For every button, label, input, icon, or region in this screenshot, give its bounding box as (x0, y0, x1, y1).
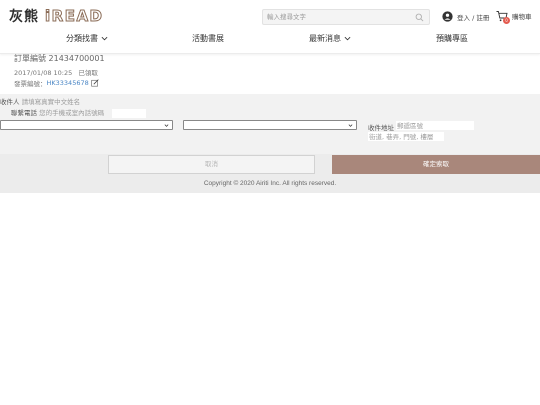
site-logo[interactable]: 灰熊 iREAD (9, 7, 104, 26)
search-box (262, 9, 430, 25)
address-label: 收件地址 (368, 124, 394, 132)
chevron-down-icon (348, 124, 353, 127)
chevron-down-icon (164, 124, 169, 127)
recipient-name-input[interactable] (21, 98, 112, 106)
nav-item-label: 預購專區 (436, 34, 468, 43)
nav-item-categories[interactable]: 分類找書 (66, 33, 108, 44)
copyright-text: Copyright © 2020 Airiti Inc. All rights … (203, 180, 337, 187)
nav-item-label: 最新消息 (309, 34, 341, 43)
order-meta: 2017/01/08 10:25 已領取 (14, 67, 98, 77)
nav-item-events[interactable]: 活動書展 (192, 33, 224, 44)
recipient-label: 收件人 (0, 98, 20, 106)
nav-item-label: 活動書展 (192, 34, 224, 43)
user-icon (442, 11, 453, 22)
recipient-row: 收件人 (0, 96, 112, 106)
cart-count-badge: 0 (503, 17, 510, 24)
phone-row: 聯繫電話 (11, 107, 147, 118)
invoice-number-link[interactable]: HK33345678 (47, 79, 89, 87)
order-number: 訂單編號 21434700001 (14, 54, 105, 63)
chevron-down-icon (344, 36, 351, 41)
search-input[interactable] (263, 10, 413, 24)
main-nav: 分類找書 活動書展 最新消息 預購專區 (0, 33, 540, 47)
confirm-request-button[interactable]: 確定索取 (332, 155, 540, 174)
phone-label: 聯繫電話 (11, 109, 37, 117)
order-summary: 訂單編號 21434700001 2017/01/08 10:25 已領取 發票… (14, 54, 105, 88)
cart-label: 購物車 (512, 13, 532, 21)
site-header: 灰熊 iREAD 登入 / 註冊 0 購物車 分類找書 (0, 0, 540, 54)
login-register-label: 登入 / 註冊 (457, 13, 490, 22)
recipient-form: 收件人 聯繫電話 收件地址 (0, 94, 540, 154)
nav-item-label: 分類找書 (66, 34, 98, 43)
district-select[interactable] (183, 120, 357, 130)
search-icon[interactable] (415, 13, 424, 22)
order-datetime: 2017/01/08 10:25 (14, 69, 73, 77)
form-actions: 取消 確定索取 (0, 154, 540, 175)
phone-extra-field[interactable] (112, 108, 147, 118)
nav-item-preorder[interactable]: 預購專區 (436, 33, 468, 44)
order-status: 已領取 (78, 69, 98, 77)
cart-icon: 0 (496, 10, 510, 24)
zip-code-input[interactable] (396, 121, 474, 130)
phone-input[interactable] (39, 109, 110, 117)
logo-english-text: iREAD (45, 7, 104, 26)
login-register-link[interactable]: 登入 / 註冊 (442, 11, 489, 22)
invoice-label: 發票編號： (14, 80, 47, 88)
invoice-row: 發票編號： HK33345678 (14, 78, 99, 88)
city-select[interactable] (0, 120, 173, 130)
chevron-down-icon (101, 36, 108, 41)
cancel-button[interactable]: 取消 (108, 155, 315, 174)
edit-icon[interactable] (91, 79, 99, 87)
nav-item-news[interactable]: 最新消息 (309, 33, 351, 44)
site-footer: Copyright © 2020 Airiti Inc. All rights … (0, 175, 540, 193)
street-address-input[interactable] (368, 132, 444, 141)
cart-link[interactable]: 0 購物車 (496, 10, 532, 24)
logo-chinese-text: 灰熊 (9, 9, 39, 25)
